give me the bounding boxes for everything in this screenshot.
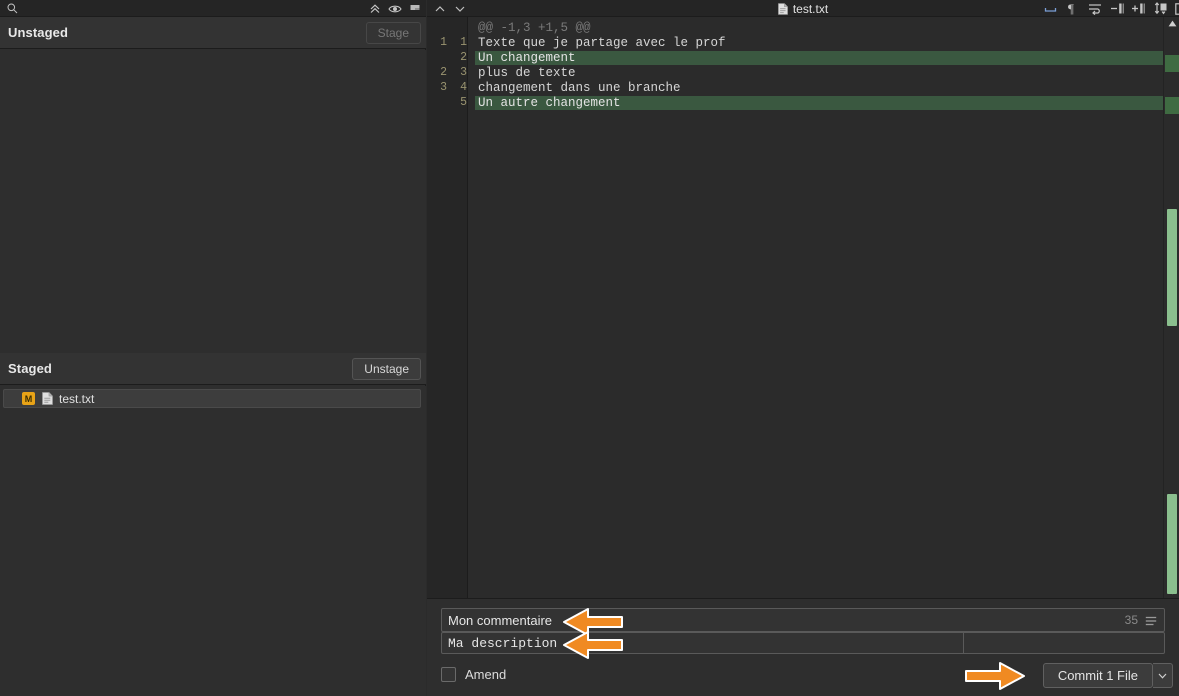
file-status-panel: Unstaged Stage Staged Unstage M test.txt (0, 0, 426, 696)
commit-panel: Mon commentaire 35 Ma description Amend … (427, 598, 1179, 696)
decrease-context-icon[interactable] (1109, 0, 1127, 17)
diff-line: 5 Un autre changement (427, 95, 1163, 110)
scroll-up-arrow-icon[interactable] (1164, 17, 1179, 30)
diff-line: @@ -1,3 +1,5 @@ (427, 20, 1163, 35)
description-divider (963, 633, 964, 653)
commit-summary-char-count: 35 (1124, 613, 1138, 627)
list-item[interactable]: M test.txt (3, 389, 421, 408)
diff-new-line-number: 2 (460, 51, 467, 64)
unstage-button[interactable]: Unstage (352, 358, 421, 380)
diff-line: 2 Un changement (427, 50, 1163, 65)
staged-section-header: Staged Unstage (0, 353, 426, 385)
diff-content[interactable]: @@ -1,3 +1,5 @@ 1 1 Texte que je partage av… (427, 17, 1179, 598)
pilcrow-icon[interactable]: ¶ (1063, 0, 1081, 17)
commit-button[interactable]: Commit 1 File (1042, 663, 1153, 688)
diff-toolbar: test.txt ¶ (427, 0, 1179, 17)
diff-line-text: plus de texte (478, 65, 576, 80)
svg-text:¶: ¶ (1068, 2, 1074, 15)
file-name: test.txt (59, 391, 95, 406)
amend-label: Amend (465, 667, 507, 682)
diff-new-line-number: 5 (460, 96, 467, 109)
diff-line-text: Un changement (475, 50, 1163, 65)
amend-checkbox-group[interactable]: Amend (441, 667, 506, 682)
split-columns-icon[interactable] (1173, 0, 1179, 17)
diff-line-text: Texte que je partage avec le prof (478, 35, 726, 50)
hamburger-menu-icon[interactable] (1144, 614, 1158, 628)
commit-summary-value: Mon commentaire (448, 612, 553, 628)
diff-line: 3 4 changement dans une branche (427, 80, 1163, 95)
file-icon (42, 392, 53, 405)
left-panel-toolbar (0, 0, 426, 17)
split-vertical-icon[interactable] (1152, 0, 1170, 17)
unstaged-title: Unstaged (8, 25, 69, 40)
scrollbar-change-marker (1165, 55, 1179, 72)
diff-line-text: @@ -1,3 +1,5 @@ (478, 20, 591, 35)
scrollbar-thumb[interactable] (1167, 494, 1177, 594)
diff-old-line-number: 3 (440, 81, 447, 94)
diff-scrollbar[interactable] (1163, 17, 1179, 598)
diff-line: 2 3 plus de texte (427, 65, 1163, 80)
whitespace-icon[interactable] (1041, 0, 1059, 17)
commit-summary-input[interactable]: Mon commentaire 35 (441, 608, 1165, 632)
commit-description-value: Ma description (448, 635, 558, 651)
app-window: Unstaged Stage Staged Unstage M test.txt… (0, 0, 1179, 696)
wrap-lines-icon[interactable] (1086, 0, 1104, 17)
diff-line-text: changement dans une branche (478, 80, 681, 95)
amend-checkbox[interactable] (441, 667, 456, 682)
increase-context-icon[interactable] (1130, 0, 1148, 17)
eye-icon[interactable] (387, 0, 403, 17)
staged-title: Staged (8, 361, 52, 376)
stage-button[interactable]: Stage (365, 22, 421, 44)
diff-new-line-number: 4 (460, 81, 467, 94)
commit-description-input[interactable]: Ma description (441, 632, 1165, 654)
diff-line-list: @@ -1,3 +1,5 @@ 1 1 Texte que je partage av… (427, 20, 1163, 110)
status-badge: M (22, 392, 35, 405)
double-chevron-up-icon[interactable] (367, 0, 383, 17)
diff-file-name: test.txt (792, 1, 829, 16)
diff-old-line-number: 1 (440, 36, 447, 49)
scrollbar-thumb[interactable] (1167, 209, 1177, 326)
unstaged-section-header: Unstaged Stage (0, 17, 426, 49)
diff-old-line-number: 2 (440, 66, 447, 79)
diff-line: 1 1 Texte que je partage avec le prof (427, 35, 1163, 50)
flag-icon[interactable] (407, 0, 423, 17)
commit-options-chevron-down-icon[interactable] (1153, 663, 1173, 688)
staged-file-list[interactable]: M test.txt (0, 386, 426, 696)
unstaged-file-list[interactable] (0, 50, 426, 353)
diff-new-line-number: 1 (460, 36, 467, 49)
scrollbar-change-marker (1165, 97, 1179, 114)
diff-panel: test.txt ¶ @@ -1,3 +1,5 @@ 1 1 Texte que… (427, 0, 1179, 696)
search-icon[interactable] (4, 0, 20, 17)
file-icon (777, 2, 788, 15)
diff-line-text: Un autre changement (475, 95, 1163, 110)
diff-new-line-number: 3 (460, 66, 467, 79)
